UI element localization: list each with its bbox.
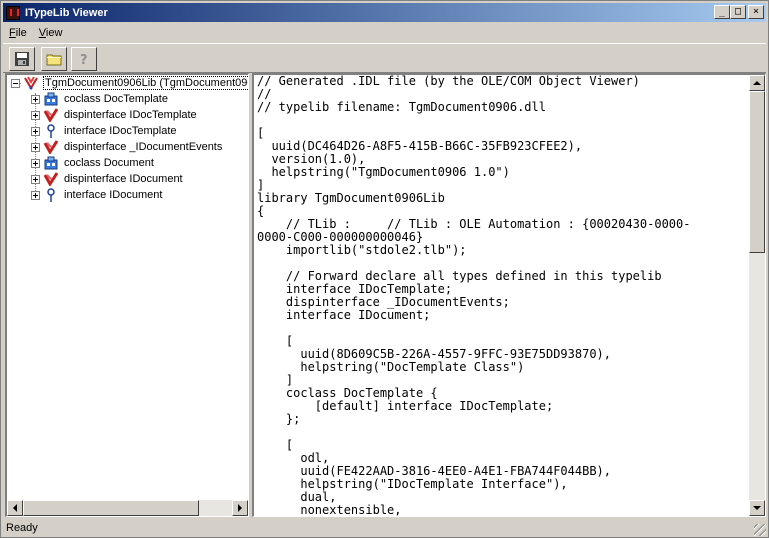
idl-code-text[interactable]: // Generated .IDL file (by the OLE/COM O… bbox=[257, 75, 747, 516]
app-icon bbox=[6, 5, 20, 20]
code-line: helpstring("TgmDocument0906 1.0") bbox=[257, 165, 510, 179]
open-folder-icon bbox=[46, 54, 62, 66]
tree-item-label: dispinterface _IDocumentEvents bbox=[64, 141, 223, 153]
code-line: [ bbox=[257, 438, 294, 452]
help-button[interactable]: ? bbox=[71, 47, 97, 71]
tree-item[interactable]: coclass Document bbox=[31, 155, 155, 171]
tree-horizontal-scrollbar[interactable] bbox=[7, 500, 248, 516]
menu-bar: File View bbox=[3, 24, 68, 42]
collapse-icon[interactable] bbox=[11, 78, 20, 88]
tree-item-label: coclass Document bbox=[64, 157, 154, 169]
code-line: importlib("stdole2.tlb"); bbox=[257, 243, 467, 257]
expand-icon[interactable] bbox=[31, 110, 40, 120]
code-line: // Generated .IDL file (by the OLE/COM O… bbox=[257, 75, 640, 88]
title-buttons: _ □ × bbox=[714, 5, 764, 19]
window-title: ITypeLib Viewer bbox=[25, 6, 108, 19]
expand-icon[interactable] bbox=[31, 94, 40, 104]
interface-icon bbox=[47, 188, 55, 202]
scroll-thumb[interactable] bbox=[23, 500, 199, 516]
menu-file[interactable]: File bbox=[3, 27, 33, 39]
type-tree: TgmDocument0906Lib (TgmDocument0906 cocl… bbox=[7, 75, 248, 500]
maximize-button[interactable]: □ bbox=[730, 5, 746, 19]
status-text: Ready bbox=[6, 521, 38, 534]
code-line: helpstring("DocTemplate Class") bbox=[257, 360, 525, 374]
arrow-up-icon bbox=[753, 81, 761, 85]
menu-view-accel: V bbox=[38, 27, 46, 39]
resize-grip-icon[interactable] bbox=[754, 524, 766, 536]
scroll-track[interactable] bbox=[23, 500, 232, 516]
dispinterface-icon bbox=[43, 140, 59, 154]
menu-view-label: iew bbox=[45, 27, 63, 39]
expand-icon[interactable] bbox=[31, 190, 40, 200]
arrow-right-icon bbox=[238, 504, 242, 512]
scroll-down-button[interactable] bbox=[749, 500, 765, 516]
toolbar: ? bbox=[3, 43, 766, 73]
tree-item-label: dispinterface IDocTemplate bbox=[64, 109, 197, 121]
scroll-left-button[interactable] bbox=[7, 500, 23, 516]
expand-icon[interactable] bbox=[31, 174, 40, 184]
coclass-icon bbox=[44, 92, 58, 106]
arrow-down-icon bbox=[753, 506, 761, 510]
dispinterface-icon bbox=[43, 108, 59, 122]
scroll-thumb[interactable] bbox=[749, 91, 765, 253]
dispinterface-icon bbox=[43, 172, 59, 186]
tree-item-label: interface IDocTemplate bbox=[64, 125, 177, 137]
code-line: [default] interface IDocTemplate; bbox=[257, 399, 554, 413]
open-button[interactable] bbox=[41, 47, 67, 71]
menu-file-accel: F bbox=[9, 27, 16, 39]
arrow-left-icon bbox=[13, 504, 17, 512]
code-line: interface IDocument; bbox=[257, 308, 431, 322]
tree-item-label: coclass DocTemplate bbox=[64, 93, 168, 105]
tree-item[interactable]: dispinterface IDocument bbox=[31, 171, 184, 187]
tree-item[interactable]: coclass DocTemplate bbox=[31, 91, 169, 107]
scroll-up-button[interactable] bbox=[749, 75, 765, 91]
tree-item-label: interface IDocument bbox=[64, 189, 163, 201]
main-window: ITypeLib Viewer _ □ × File View ? TgmDoc… bbox=[0, 0, 769, 538]
tree-item[interactable]: interface IDocTemplate bbox=[31, 123, 178, 139]
tree-item[interactable]: dispinterface IDocTemplate bbox=[31, 107, 198, 123]
expand-icon[interactable] bbox=[31, 142, 40, 152]
status-bar: Ready bbox=[3, 519, 766, 536]
idl-code-pane[interactable]: // Generated .IDL file (by the OLE/COM O… bbox=[252, 73, 766, 517]
code-line: }; bbox=[257, 412, 301, 426]
minimize-button[interactable]: _ bbox=[714, 5, 730, 19]
interface-icon bbox=[47, 124, 55, 138]
typelib-icon bbox=[24, 76, 38, 90]
coclass-icon bbox=[44, 156, 58, 170]
code-line: // typelib filename: TgmDocument0906.dll bbox=[257, 100, 546, 114]
expand-icon[interactable] bbox=[31, 126, 40, 136]
tree-root-label: TgmDocument0906Lib (TgmDocument0906 bbox=[43, 76, 248, 90]
code-vertical-scrollbar[interactable] bbox=[749, 75, 765, 516]
code-line: library TgmDocument0906Lib bbox=[257, 191, 445, 205]
tree-item[interactable]: interface IDocument bbox=[31, 187, 163, 203]
tree-item-label: dispinterface IDocument bbox=[64, 173, 183, 185]
save-button[interactable] bbox=[9, 47, 35, 71]
svg-text:?: ? bbox=[80, 53, 88, 67]
expand-icon[interactable] bbox=[31, 158, 40, 168]
code-line: nonextensible, bbox=[257, 503, 402, 517]
tree-root[interactable]: TgmDocument0906Lib (TgmDocument0906 bbox=[11, 75, 248, 91]
menu-view[interactable]: View bbox=[33, 27, 69, 39]
help-icon: ? bbox=[80, 53, 88, 67]
scroll-right-button[interactable] bbox=[232, 500, 248, 516]
tree-item[interactable]: dispinterface _IDocumentEvents bbox=[31, 139, 223, 155]
save-icon bbox=[15, 52, 29, 66]
close-button[interactable]: × bbox=[748, 5, 764, 19]
title-bar[interactable]: ITypeLib Viewer _ □ × bbox=[3, 3, 766, 22]
menu-file-label: ile bbox=[15, 27, 27, 39]
type-tree-pane[interactable]: TgmDocument0906Lib (TgmDocument0906 cocl… bbox=[5, 73, 249, 517]
